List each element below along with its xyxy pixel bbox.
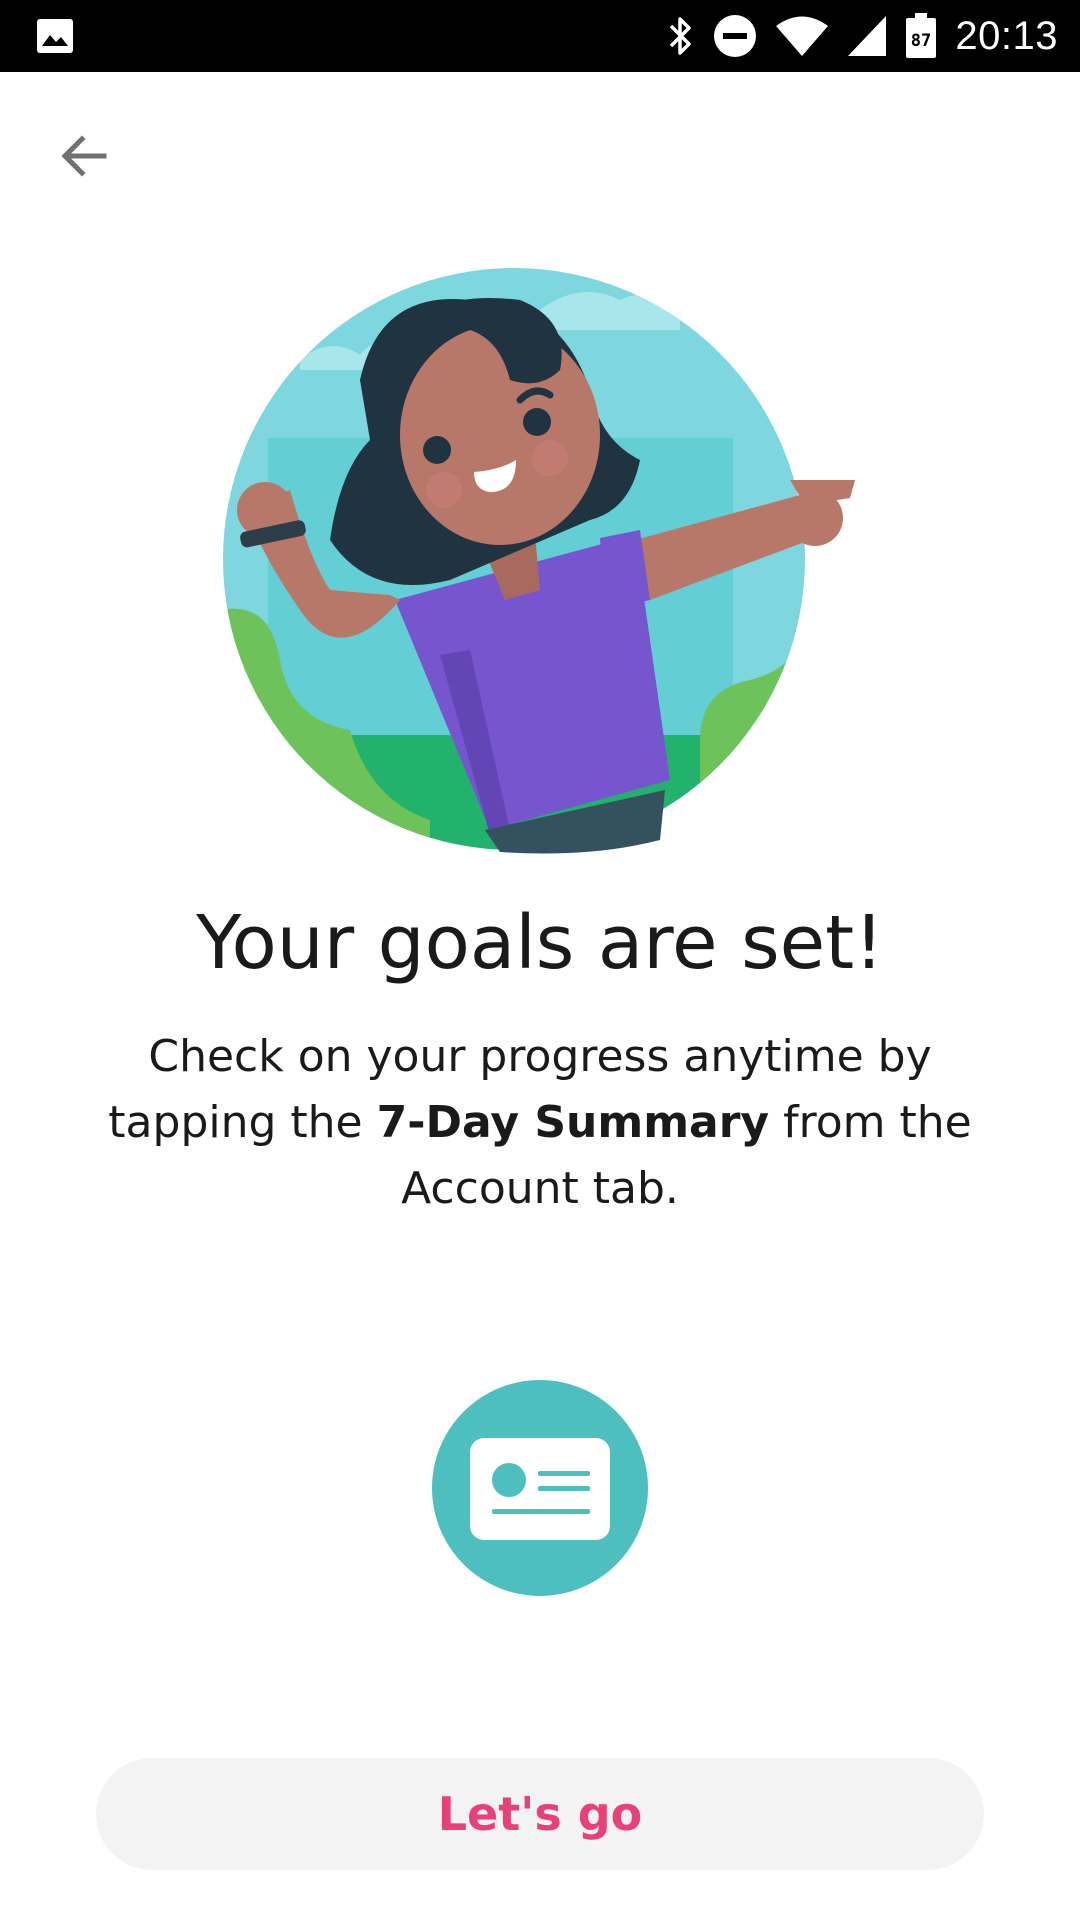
arrow-back-icon — [61, 135, 107, 177]
bluetooth-icon — [670, 17, 692, 55]
seven-day-summary-label: 7-Day Summary — [376, 1097, 770, 1148]
wifi-icon — [776, 16, 829, 56]
battery-icon: 87 — [906, 13, 937, 58]
battery-level-text: 87 — [911, 31, 931, 51]
page-title: Your goals are set! — [196, 900, 884, 986]
lets-go-button[interactable]: Let's go — [96, 1758, 984, 1870]
description-text: Check on your progress anytime by tappin… — [90, 1024, 990, 1222]
goals-set-screen: 87 20:13 Your goals are set! Check on yo… — [0, 0, 1080, 1920]
status-icons: 87 20:13 — [665, 0, 1058, 72]
gallery-icon — [37, 19, 73, 53]
back-button[interactable] — [44, 116, 124, 196]
celebrating-person-illustration — [223, 268, 855, 854]
status-bar: 87 20:13 — [0, 0, 1080, 72]
id-card-icon — [470, 1438, 610, 1540]
do-not-disturb-icon — [714, 15, 757, 57]
summary-card-icon — [432, 1380, 648, 1596]
status-time: 20:13 — [955, 13, 1058, 58]
cell-signal-icon — [848, 16, 887, 56]
